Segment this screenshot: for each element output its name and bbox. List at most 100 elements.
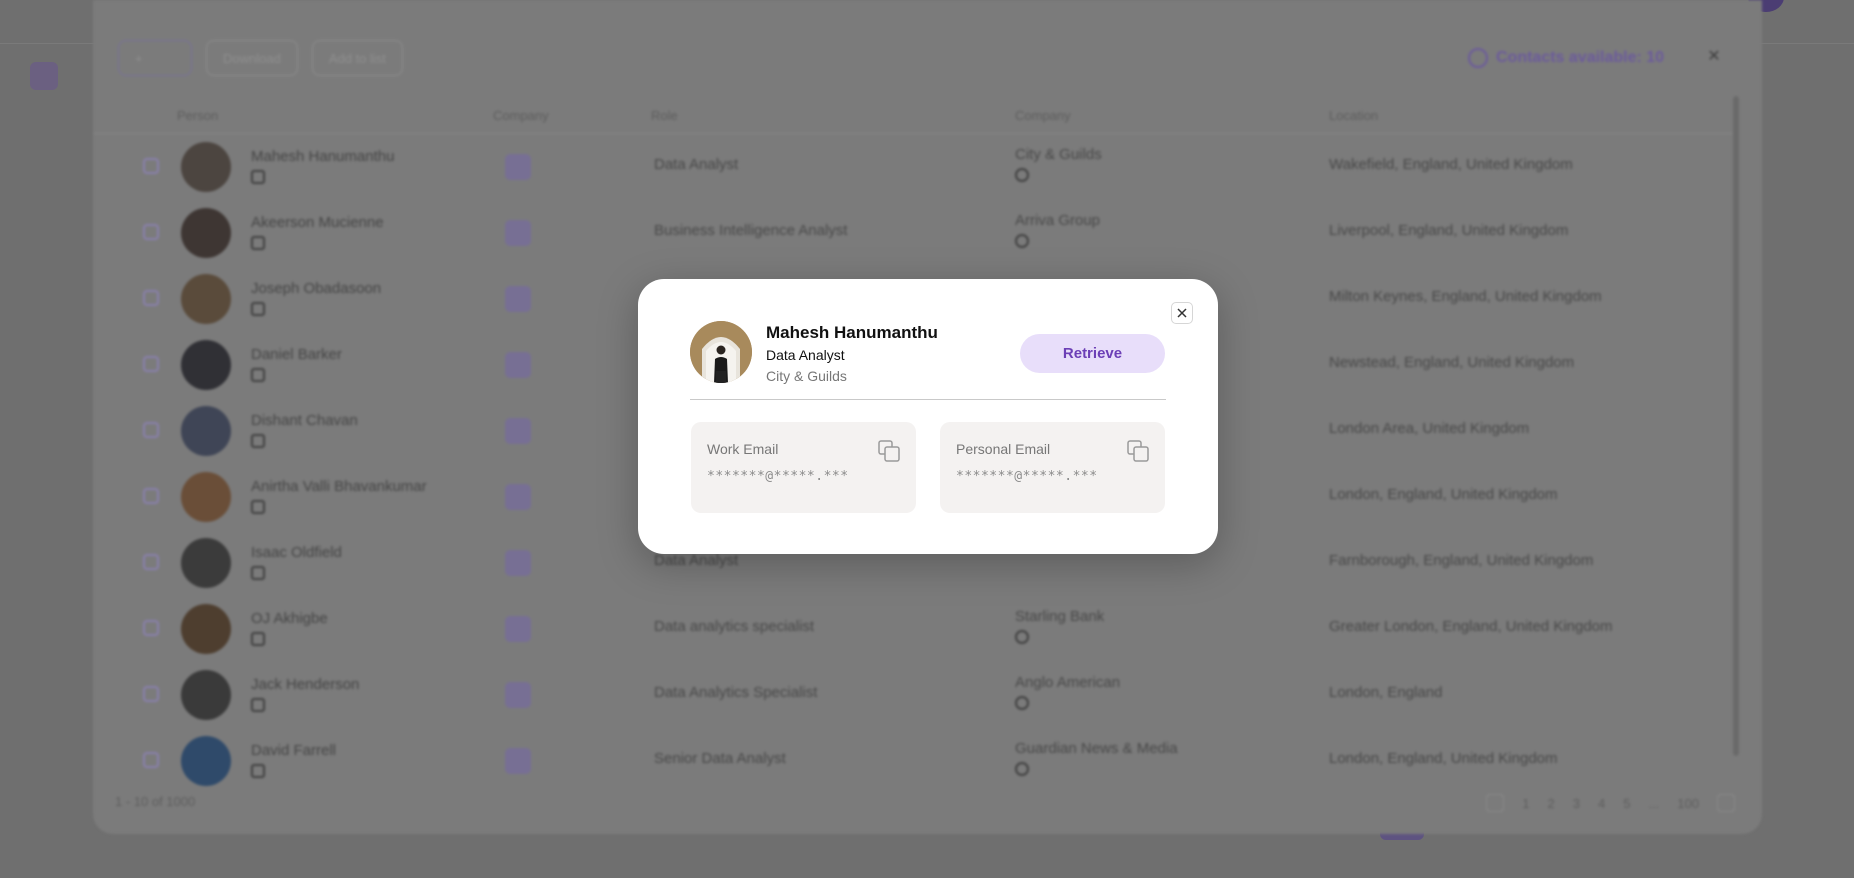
company-link-icon: [1015, 234, 1029, 248]
add-to-list-button: Add to list: [311, 40, 403, 76]
page-number: ...: [1648, 795, 1660, 811]
linkedin-icon: [251, 500, 265, 514]
linkedin-icon: [251, 236, 265, 250]
row-checkbox: [143, 422, 159, 438]
table-footer: 1 - 10 of 1000 1 2 3 4 5... 100: [115, 794, 1735, 814]
person-name: Akeerson Mucienne: [251, 214, 384, 231]
person-location: London, England: [1329, 684, 1443, 701]
column-location: Location: [1329, 108, 1379, 123]
company-icon: [505, 418, 531, 444]
linkedin-icon: [251, 764, 265, 778]
avatar: [690, 321, 752, 383]
result-count: 1 - 10 of 1000: [115, 794, 196, 809]
company-link-icon: [1015, 630, 1029, 644]
person-name: Jack Henderson: [251, 676, 360, 693]
avatar: [181, 340, 231, 390]
linkedin-icon: [251, 368, 265, 382]
page-number: 5: [1623, 795, 1631, 811]
row-checkbox: [143, 686, 159, 702]
table-header: Person Company Role Company Location: [93, 102, 1733, 134]
copy-icon[interactable]: [877, 439, 901, 463]
row-checkbox: [143, 488, 159, 504]
sidebar-icon: [30, 62, 58, 90]
linkedin-icon: [251, 632, 265, 646]
contact-role: Data Analyst: [766, 347, 845, 363]
panel-close-icon: ✕: [1707, 48, 1721, 65]
person-company: Guardian News & Media: [1015, 740, 1178, 757]
row-checkbox: [143, 224, 159, 240]
prev-page-icon: [1486, 794, 1505, 812]
person-role: Senior Data Analyst: [654, 750, 786, 767]
row-checkbox: [143, 554, 159, 570]
panel-toolbar: + Download Add to list: [118, 40, 403, 76]
company-icon: [505, 484, 531, 510]
contact-company: City & Guilds: [766, 368, 847, 384]
table-row: Akeerson Mucienne Business Intelligence A…: [93, 200, 1733, 266]
linkedin-icon: [251, 434, 265, 448]
person-name: Daniel Barker: [251, 346, 342, 363]
column-company-icon: Company: [493, 108, 549, 123]
person-location: London, England, United Kingdom: [1329, 486, 1558, 503]
linkedin-icon: [251, 698, 265, 712]
company-icon: [505, 286, 531, 312]
copy-icon[interactable]: [1126, 439, 1150, 463]
column-company: Company: [1015, 108, 1071, 123]
personal-email-label: Personal Email: [956, 441, 1051, 457]
table-row: OJ Akhigbe Data analytics specialist Starl…: [93, 596, 1733, 662]
row-checkbox: [143, 290, 159, 306]
person-location: Farnborough, England, United Kingdom: [1329, 552, 1594, 569]
download-button: Download: [206, 40, 298, 76]
company-icon: [505, 550, 531, 576]
contacts-available-text: Contacts available: 10: [1496, 49, 1665, 66]
person-name: OJ Akhigbe: [251, 610, 328, 627]
company-icon: [505, 220, 531, 246]
person-name: David Farrell: [251, 742, 337, 759]
page-number: 3: [1572, 795, 1580, 811]
contact-modal: Mahesh Hanumanthu Data Analyst City & Gu…: [638, 279, 1218, 554]
page-number: 1: [1522, 795, 1530, 811]
company-icon: [505, 748, 531, 774]
personal-email-card: Personal Email *******@*****.***: [940, 422, 1165, 513]
column-role: Role: [651, 108, 678, 123]
person-name: Dishant Chavan: [251, 412, 358, 429]
avatar: [181, 538, 231, 588]
person-company: City & Guilds: [1015, 146, 1102, 163]
page-number: 100: [1677, 795, 1699, 811]
work-email-card: Work Email *******@*****.***: [691, 422, 916, 513]
avatar: [181, 670, 231, 720]
company-link-icon: [1015, 168, 1029, 182]
personal-email-value: *******@*****.***: [956, 469, 1098, 484]
row-checkbox: [143, 158, 159, 174]
person-company: Anglo American: [1015, 674, 1121, 691]
avatar: [181, 274, 231, 324]
person-location: Newstead, England, United Kingdom: [1329, 354, 1575, 371]
divider: [690, 399, 1166, 400]
company-link-icon: [1015, 762, 1029, 776]
page-number: 2: [1547, 795, 1555, 811]
avatar: [181, 472, 231, 522]
company-icon: [505, 154, 531, 180]
table-row: Mahesh Hanumanthu Data Analyst City & Guil…: [93, 134, 1733, 200]
row-checkbox: [143, 752, 159, 768]
person-role: Data Analyst: [654, 552, 739, 569]
table-row: David Farrell Senior Data Analyst Guardian…: [93, 728, 1733, 794]
retrieve-button[interactable]: Retrieve: [1020, 334, 1165, 373]
person-location: London Area, United Kingdom: [1329, 420, 1530, 437]
person-company: Starling Bank: [1015, 608, 1105, 625]
pagination: 1 2 3 4 5... 100: [1486, 794, 1735, 812]
avatar: [181, 406, 231, 456]
person-location: Liverpool, England, United Kingdom: [1329, 222, 1569, 239]
contact-name: Mahesh Hanumanthu: [766, 323, 938, 342]
person-role: Data Analyst: [654, 156, 739, 173]
download-label: Download: [223, 50, 281, 66]
company-icon: [505, 352, 531, 378]
close-icon[interactable]: [1171, 302, 1193, 324]
person-name: Anirtha Valli Bhavankumar: [251, 478, 427, 495]
row-checkbox: [143, 620, 159, 636]
avatar: [181, 208, 231, 258]
person-role: Business Intelligence Analyst: [654, 222, 848, 239]
select-all-label: +: [135, 50, 143, 66]
person-location: Milton Keynes, England, United Kingdom: [1329, 288, 1602, 305]
work-email-value: *******@*****.***: [707, 469, 849, 484]
avatar: [181, 736, 231, 786]
